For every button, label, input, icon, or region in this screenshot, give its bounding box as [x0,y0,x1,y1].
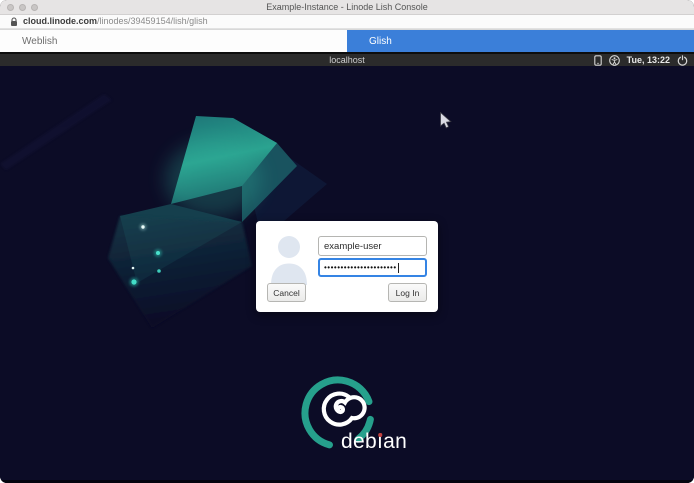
url-bar[interactable]: cloud.linode.com/linodes/39459154/lish/g… [0,15,694,29]
lish-tab-bar: Weblish Glish [0,29,694,52]
url-text: cloud.linode.com/linodes/39459154/lish/g… [23,15,208,28]
wallpaper-facet-fade [108,216,252,328]
brand-post: an [383,430,407,453]
debian-wordmark: debıan [341,429,407,454]
hostname-label: localhost [0,54,694,66]
brand-i: ı [377,429,383,454]
titlebar: Example-Instance - Linode Lish Console [0,0,694,15]
close-window-icon[interactable] [7,4,14,11]
tab-glish-label: Glish [369,36,392,47]
top-bar-status-area: Tue, 13:22 [594,54,688,66]
tablet-icon[interactable] [594,55,602,66]
wallpaper-streak [0,94,112,170]
zoom-window-icon[interactable] [31,4,38,11]
traffic-lights [7,4,38,11]
window-title: Example-Instance - Linode Lish Console [0,0,694,14]
tab-weblish[interactable]: Weblish [0,30,347,52]
login-button-label: Log In [396,288,420,298]
clock-label[interactable]: Tue, 13:22 [627,54,670,66]
login-button[interactable]: Log In [388,283,427,302]
wallpaper-glow [165,141,261,217]
power-icon[interactable] [677,55,688,66]
accessibility-icon[interactable] [609,55,620,66]
minimize-window-icon[interactable] [19,4,26,11]
mouse-pointer-icon [440,112,452,129]
username-input[interactable]: example-user [318,236,427,256]
password-masked-value: •••••••••••••••••••••• [324,263,397,272]
password-input[interactable]: •••••••••••••••••••••• [318,258,427,277]
text-caret [398,263,399,273]
glish-desktop: example-user •••••••••••••••••••••• Canc… [0,66,694,483]
username-value: example-user [324,241,382,252]
debian-swirl-icon [324,394,365,425]
url-domain: cloud.linode.com [23,16,97,26]
tab-glish[interactable]: Glish [347,30,694,52]
browser-window: Example-Instance - Linode Lish Console c… [0,0,694,483]
cancel-button-label: Cancel [273,288,299,298]
brand-i-dot [378,433,382,437]
user-avatar-icon [268,233,310,285]
tab-weblish-label: Weblish [22,36,57,47]
login-dialog: example-user •••••••••••••••••••••• Canc… [256,221,438,312]
url-path: /linodes/39459154/lish/glish [97,16,208,26]
lock-icon [10,17,18,27]
gnome-top-bar: localhost Tue, 13:22 [0,52,694,66]
brand-pre: deb [341,430,377,453]
cancel-button[interactable]: Cancel [267,283,306,302]
